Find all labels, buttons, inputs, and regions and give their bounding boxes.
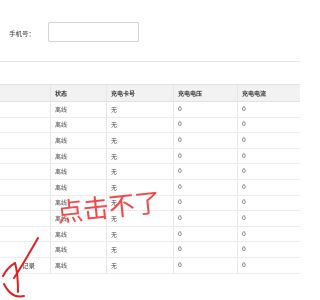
column-header-card-no: 充电卡号 — [106, 85, 173, 101]
cell-card-no: 无 — [106, 179, 173, 195]
divider — [0, 61, 300, 62]
cell-status: 离线 — [50, 226, 106, 242]
cell-blank — [0, 118, 50, 133]
cell-status: 离线 — [50, 242, 106, 257]
cell-voltage: 0 — [173, 226, 237, 242]
cell-current: 0 — [237, 117, 300, 133]
cell-voltage: 0 — [173, 257, 237, 273]
cell-blank — [0, 227, 50, 242]
cell-blank — [0, 164, 50, 179]
cell-card-no: 无 — [106, 257, 173, 273]
phone-label: 手机号： — [9, 30, 35, 38]
cell-current: 0 — [237, 179, 300, 195]
column-header-status: 状态 — [50, 85, 106, 101]
cell-card-no: 无 — [106, 242, 173, 257]
cell-blank — [0, 242, 50, 257]
cell-current: 0 — [237, 195, 300, 211]
table-row[interactable]: 离线无 0 0 — [0, 257, 300, 274]
cell-card-no: 无 — [106, 164, 173, 179]
cell-status: 离线 — [50, 133, 106, 148]
cell-voltage: 0 — [173, 179, 237, 195]
cell-current: 0 — [237, 102, 300, 117]
table-row[interactable]: 离线无 0 0 — [0, 117, 300, 134]
cell-voltage: 0 — [173, 117, 237, 133]
cell-status: 离线 — [50, 117, 106, 133]
phone-input[interactable] — [48, 22, 139, 42]
cell-card-no: 无 — [106, 102, 173, 117]
cell-voltage: 0 — [173, 195, 237, 211]
cell-blank — [0, 196, 50, 211]
cell-status: 离线 — [50, 102, 106, 117]
cell-card-no: 无 — [106, 117, 173, 133]
cell-status: 离线 — [50, 211, 106, 226]
cell-voltage: 0 — [173, 164, 237, 179]
cell-current: 0 — [237, 242, 300, 257]
cell-voltage: 0 — [173, 102, 237, 117]
cell-blank — [0, 133, 50, 148]
table-row[interactable]: 离线无 0 0 — [0, 195, 300, 212]
pager-record-text: 记录 — [22, 262, 35, 270]
column-header-current: 充电电流 — [237, 85, 300, 101]
filter-bar: 手机号： — [0, 0, 300, 50]
table-row[interactable]: 离线无 0 0 — [0, 211, 300, 227]
table-row[interactable]: 离线无 0 0 — [0, 179, 300, 196]
pager: 记录 — [22, 260, 35, 270]
cell-card-no: 无 — [106, 148, 173, 164]
column-header-voltage: 充电电压 — [173, 85, 237, 101]
cell-status: 离线 — [50, 164, 106, 179]
device-table: 状态 充电卡号 充电电压 充电电流 离线无 0 0 离线无 0 0 离线无 0 0 离线无 0 0 离线… — [0, 84, 300, 274]
cell-blank — [0, 180, 50, 195]
cell-card-no: 无 — [106, 195, 173, 211]
table-row[interactable]: 离线无 0 0 — [0, 133, 300, 149]
cell-current: 0 — [237, 133, 300, 148]
cell-voltage: 0 — [173, 211, 237, 226]
cell-voltage: 0 — [173, 148, 237, 164]
table-row[interactable]: 离线无 0 0 — [0, 226, 300, 243]
cell-current: 0 — [237, 164, 300, 179]
cell-card-no: 无 — [106, 211, 173, 226]
table-row[interactable]: 离线无 0 0 — [0, 148, 300, 165]
table-body: 离线无 0 0 离线无 0 0 离线无 0 0 离线无 0 0 离线无 0 0 离线无 0 0 离线无 0 0 离线无 0 0… — [0, 102, 300, 274]
cell-voltage: 0 — [173, 242, 237, 257]
cell-current: 0 — [237, 148, 300, 164]
table-row[interactable]: 离线无 0 0 — [0, 164, 300, 180]
cell-card-no: 无 — [106, 226, 173, 242]
cell-status: 离线 — [50, 148, 106, 164]
table-row[interactable]: 离线无 0 0 — [0, 242, 300, 258]
cell-status: 离线 — [50, 179, 106, 195]
cell-blank — [0, 211, 50, 226]
cell-status: 离线 — [50, 195, 106, 211]
cell-current: 0 — [237, 226, 300, 242]
cell-blank — [0, 102, 50, 117]
cell-blank — [0, 149, 50, 164]
cell-current: 0 — [237, 211, 300, 226]
table-header: 状态 充电卡号 充电电压 充电电流 — [0, 84, 300, 102]
cell-voltage: 0 — [173, 133, 237, 148]
cell-status: 离线 — [50, 257, 106, 273]
column-header — [0, 85, 50, 101]
cell-card-no: 无 — [106, 133, 173, 148]
table-row[interactable]: 离线无 0 0 — [0, 102, 300, 118]
cell-current: 0 — [237, 257, 300, 273]
